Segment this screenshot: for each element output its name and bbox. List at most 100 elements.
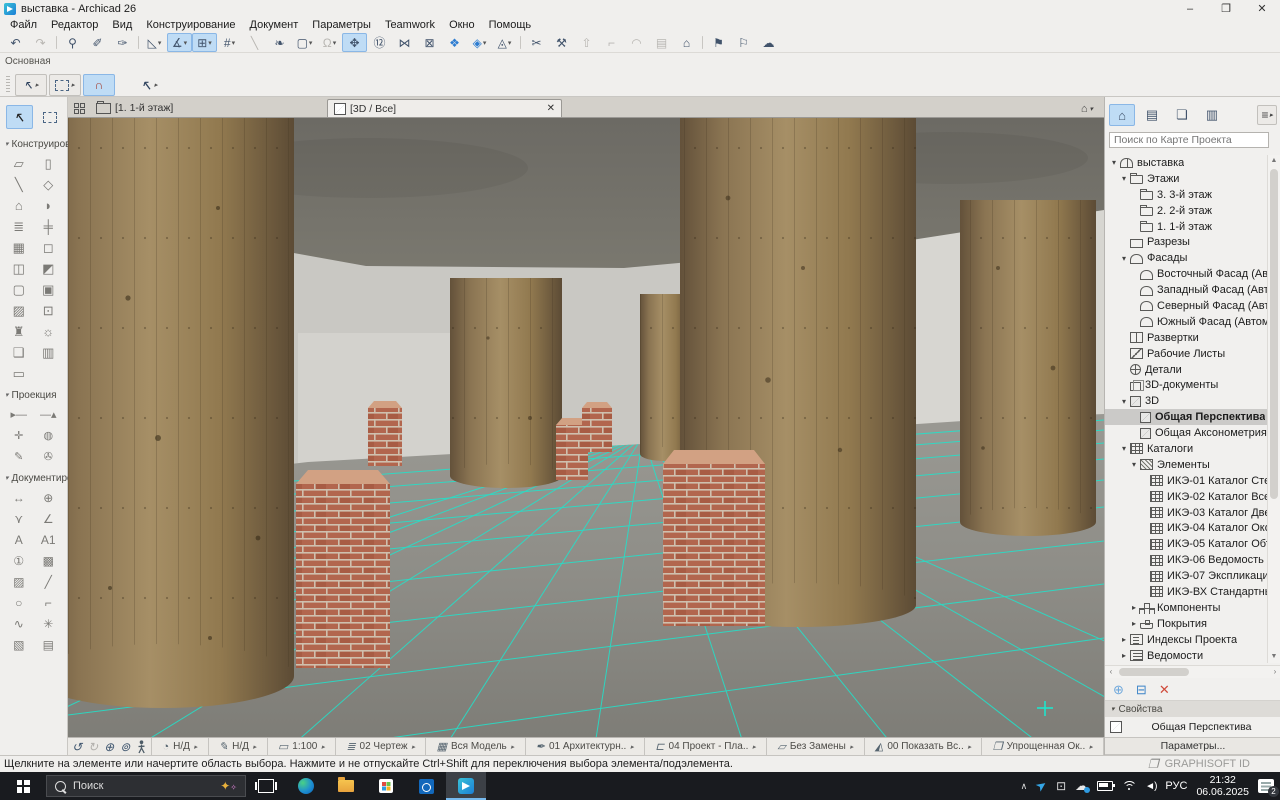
language-indicator[interactable]: РУС xyxy=(1165,780,1187,792)
adjust-elements-icon[interactable]: ⚒ xyxy=(549,33,574,52)
niche-tool[interactable]: ▣ xyxy=(34,279,64,300)
project-map-icon[interactable]: ⌂ xyxy=(1109,104,1135,126)
project-map-search-input[interactable] xyxy=(1109,132,1269,148)
tree-item[interactable]: 1. 1-й этаж xyxy=(1105,219,1269,235)
tree-item[interactable]: ▸Покрытия xyxy=(1105,616,1269,632)
scroll-down-icon[interactable]: ▼ xyxy=(1268,651,1280,663)
gravity-method-icon[interactable]: Ω▾ xyxy=(317,33,342,52)
zoom-icon[interactable]: ⊕ xyxy=(104,740,114,754)
3d-projection-tool[interactable]: ◍ xyxy=(34,425,64,446)
linear-dimension-tool[interactable]: ↔ xyxy=(4,487,34,508)
hatch-tool[interactable]: ▨ xyxy=(4,571,34,592)
profile-manager-icon[interactable]: ◈▾ xyxy=(467,33,492,52)
volume-icon[interactable]: ◄) xyxy=(1145,781,1156,792)
battery-icon[interactable] xyxy=(1097,781,1113,791)
qo-graphic-override[interactable]: ▱Без Замены▸ xyxy=(767,738,864,755)
tree-item[interactable]: ИКЭ-01 Каталог Стен xyxy=(1105,473,1269,489)
tree-item[interactable]: ИКЭ-03 Каталог Дверей xyxy=(1105,505,1269,521)
graphisoft-id-button[interactable]: ❐ GRAPHISOFT ID xyxy=(1148,757,1250,771)
tray-expand-icon[interactable]: ∧ xyxy=(1021,781,1028,792)
morph-tool[interactable]: ❑ xyxy=(4,342,34,363)
fillet-icon[interactable]: ◠ xyxy=(624,33,649,52)
orbit-icon[interactable]: ⊚ xyxy=(120,740,130,754)
find-select-icon[interactable]: ⚲ xyxy=(60,33,85,52)
slab-tool[interactable]: ◇ xyxy=(34,174,64,195)
tree-item[interactable]: Южный Фасад (Автоматически П xyxy=(1105,314,1269,330)
angle-dimension-tool[interactable]: ∠ xyxy=(34,508,64,529)
start-button[interactable] xyxy=(0,772,46,800)
qo-layer-combination[interactable]: ≣02 Чертеж▸ xyxy=(336,738,426,755)
gravity-icon[interactable]: ╲ xyxy=(242,33,267,52)
inject-parameters-icon[interactable]: ✑ xyxy=(110,33,135,52)
tab-floor-plan[interactable]: [1. 1-й этаж] xyxy=(90,99,315,117)
file-explorer-button[interactable] xyxy=(326,772,366,800)
store-button[interactable] xyxy=(366,772,406,800)
layout-book-icon[interactable]: ❏ xyxy=(1169,104,1195,126)
delete-icon[interactable]: ✕ xyxy=(1159,682,1170,698)
onedrive-icon[interactable]: ☁ xyxy=(1075,778,1088,794)
teamwork-cloud-icon[interactable]: ☁ xyxy=(756,33,781,52)
line-tool[interactable]: ╱ xyxy=(34,571,64,592)
tree-expander-icon[interactable]: ▾ xyxy=(1119,174,1129,183)
tree-item[interactable]: 2. 2-й этаж xyxy=(1105,203,1269,219)
tree-item[interactable]: Детали xyxy=(1105,362,1269,378)
zone-tool[interactable]: ⊡ xyxy=(34,300,64,321)
column-tool[interactable]: ▯ xyxy=(34,153,64,174)
tree-item[interactable]: Общая Перспектива xyxy=(1105,409,1269,425)
grid-element-tool[interactable]: ▥ xyxy=(34,342,64,363)
pickup-parameters-icon[interactable]: ✐ xyxy=(85,33,110,52)
beam-tool[interactable]: ╲ xyxy=(4,174,34,195)
qo-3d-style[interactable]: ❒Упрощенная Ок..▸ xyxy=(982,738,1104,755)
select-arrow-tool[interactable]: ↖ xyxy=(6,105,33,129)
restore-icon[interactable]: ❐ xyxy=(1208,0,1244,18)
text-tool[interactable]: A xyxy=(4,529,34,550)
tree-item[interactable]: ИКЭ-02 Каталог Всех Проемов xyxy=(1105,489,1269,505)
scrollbar-thumb[interactable] xyxy=(1270,169,1278,499)
fill-tool[interactable]: ▩ xyxy=(34,550,64,571)
pinned-views-button[interactable]: ⌂ ▾ xyxy=(1078,101,1096,117)
toolbox-section-document[interactable]: ▾ Документиров xyxy=(0,471,67,485)
tree-expander-icon[interactable]: ▾ xyxy=(1119,444,1129,453)
walk-mode-icon[interactable] xyxy=(136,740,147,754)
magnet-toggle-button[interactable]: ∩ xyxy=(83,74,115,96)
menu-item[interactable]: Окно xyxy=(442,18,482,33)
tree-item[interactable]: ▾3D xyxy=(1105,393,1269,409)
tree-item[interactable]: Развертки xyxy=(1105,330,1269,346)
section-tool[interactable]: ▸— xyxy=(4,404,34,425)
design-layers-icon[interactable]: ❖ xyxy=(442,33,467,52)
marquee-select-tool[interactable] xyxy=(37,105,64,129)
menu-item[interactable]: Редактор xyxy=(44,18,105,33)
shadows-icon[interactable]: ◬▾ xyxy=(492,33,517,52)
menu-item[interactable]: Вид xyxy=(105,18,139,33)
scroll-left-icon[interactable]: ‹ xyxy=(1105,666,1117,678)
wall-tool[interactable]: ▱ xyxy=(4,153,34,174)
magic-wand-icon[interactable]: ❧ xyxy=(267,33,292,52)
snap-guides-icon[interactable]: ∡▾ xyxy=(167,33,192,52)
lamp-tool[interactable]: ☼ xyxy=(34,321,64,342)
elevation-tool[interactable]: —▴ xyxy=(34,404,64,425)
figure-tool[interactable]: ▧ xyxy=(4,634,34,655)
wifi-icon[interactable] xyxy=(1122,781,1136,791)
scroll-up-icon[interactable]: ▲ xyxy=(1268,155,1280,167)
resize-icon[interactable]: ▤ xyxy=(649,33,674,52)
tree-item[interactable]: ИКЭ-04 Каталог Окон xyxy=(1105,520,1269,536)
marquee-mode-button[interactable]: ▸ xyxy=(49,74,81,96)
arrow-tool-button[interactable]: ↖ ▸ xyxy=(133,74,165,96)
snip-icon[interactable]: ⊡ xyxy=(1056,779,1066,793)
tree-item[interactable]: ▾Элементы xyxy=(1105,457,1269,473)
tree-item[interactable]: 3. 3-й этаж xyxy=(1105,187,1269,203)
tree-item[interactable]: ▸Индексы Проекта xyxy=(1105,632,1269,648)
settings-panel-icon[interactable]: ⊟ xyxy=(1136,682,1147,698)
wall-end-tool[interactable]: ▭ xyxy=(4,363,34,384)
auto-dimension-icon[interactable]: ⑫ xyxy=(367,33,392,52)
stair-tool[interactable]: ≣ xyxy=(4,216,34,237)
redo-icon[interactable]: ↷ xyxy=(28,33,53,52)
edge-button[interactable] xyxy=(286,772,326,800)
telegram-icon[interactable]: ➤ xyxy=(1033,776,1051,795)
tree-item[interactable]: Рабочие Листы xyxy=(1105,346,1269,362)
scrollbar-thumb[interactable] xyxy=(1119,668,1189,676)
menu-item[interactable]: Файл xyxy=(3,18,44,33)
worksheet-tool[interactable]: ✎ xyxy=(4,446,34,467)
move-icon[interactable]: ✥ xyxy=(342,33,367,52)
split-icon[interactable]: ✂ xyxy=(524,33,549,52)
